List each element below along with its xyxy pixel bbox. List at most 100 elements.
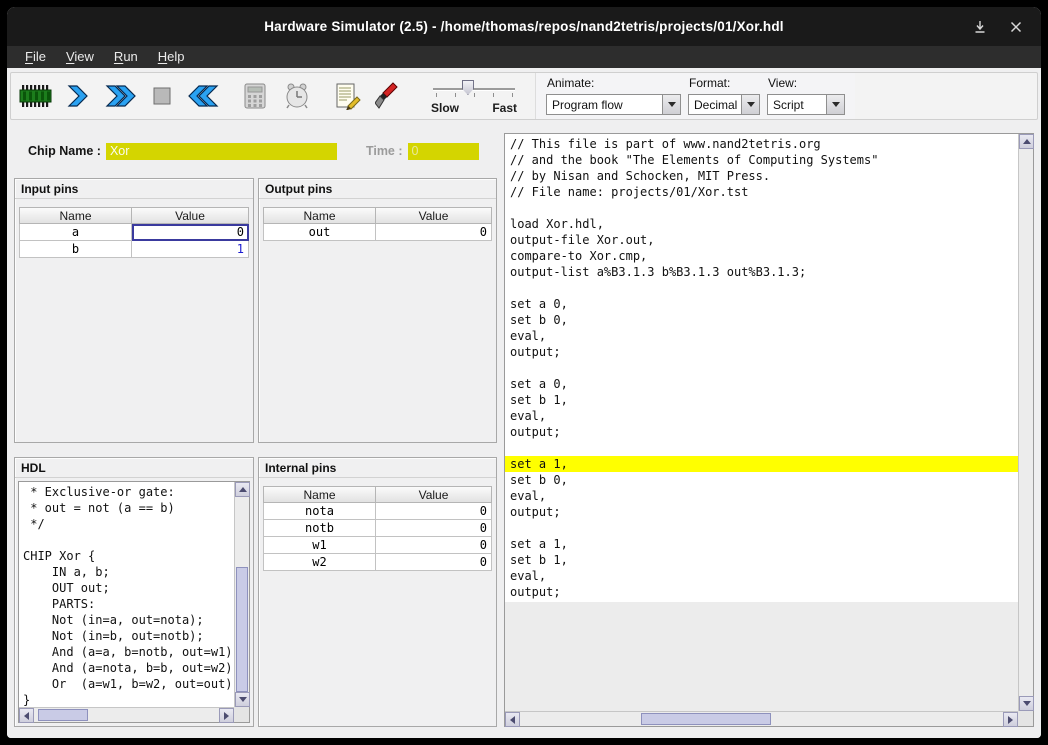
script-lines: // This file is part of www.nand2tetris.… <box>505 134 1018 602</box>
load-chip-button[interactable] <box>15 76 57 116</box>
format-value: Decimal <box>689 95 741 114</box>
calculator-button[interactable] <box>234 76 276 116</box>
speed-slider-group: Slow Fast <box>431 77 517 115</box>
run-button[interactable] <box>99 76 141 116</box>
hdl-line: * out = not (a == b) <box>23 500 234 516</box>
chip-name-field[interactable]: Xor <box>106 143 337 160</box>
scroll-left-button[interactable] <box>505 712 520 727</box>
pin-name: a <box>19 224 132 241</box>
script-line: // by Nisan and Schocken, MIT Press. <box>505 168 1018 184</box>
chip-icon <box>17 81 55 111</box>
chevron-down-icon[interactable] <box>741 95 759 114</box>
title-bar[interactable]: Hardware Simulator (2.5) - /home/thomas/… <box>7 7 1041 46</box>
pin-value[interactable]: 0 <box>376 520 492 537</box>
script-line: // and the book "The Elements of Computi… <box>505 152 1018 168</box>
script-panel[interactable]: // This file is part of www.nand2tetris.… <box>504 133 1034 727</box>
view-group: View: Script <box>767 76 845 115</box>
internal-pins-title: Internal pins <box>259 458 496 478</box>
script-button[interactable] <box>327 76 369 116</box>
clear-button[interactable] <box>369 76 411 116</box>
clock-button[interactable] <box>276 76 318 116</box>
download-arrow-icon <box>973 20 987 34</box>
pin-value[interactable]: 0 <box>132 224 249 241</box>
hdl-horizontal-scrollbar[interactable] <box>19 707 234 722</box>
pin-value[interactable]: 1 <box>132 241 249 258</box>
view-select[interactable]: Script <box>767 94 845 115</box>
hardware-simulator-window: Hardware Simulator (2.5) - /home/thomas/… <box>7 7 1041 738</box>
scrollbar-track[interactable] <box>235 497 249 692</box>
clock-icon <box>283 82 311 110</box>
script-line: // File name: projects/01/Xor.tst <box>505 184 1018 200</box>
output-pins-table: NameValueout0 <box>263 207 492 241</box>
scroll-down-button[interactable] <box>1019 696 1034 711</box>
script-view: // This file is part of www.nand2tetris.… <box>505 134 1018 711</box>
pin-value[interactable]: 0 <box>376 554 492 571</box>
speed-slider[interactable] <box>431 80 517 98</box>
script-line: output; <box>505 504 1018 520</box>
pin-name: b <box>19 241 132 258</box>
combo-panel: Animate: Program flow Format: Decimal Vi… <box>535 73 855 119</box>
script-line: set a 1, <box>505 536 1018 552</box>
menu-help[interactable]: Help <box>148 46 195 68</box>
calculator-icon <box>242 82 268 110</box>
hdl-line: IN a, b; <box>23 564 234 580</box>
scroll-left-button[interactable] <box>19 708 34 723</box>
script-line <box>505 280 1018 296</box>
column-header-name: Name <box>263 207 376 224</box>
scroll-right-button[interactable] <box>219 708 234 723</box>
hdl-line: And (a=nota, b=b, out=w2); <box>23 660 234 676</box>
column-header-value: Value <box>376 486 492 503</box>
scrollbar-track[interactable] <box>34 708 219 722</box>
pin-value[interactable]: 0 <box>376 503 492 520</box>
scrollbar-track[interactable] <box>1019 149 1033 696</box>
scrollbar-thumb[interactable] <box>641 713 771 725</box>
script-horizontal-scrollbar[interactable] <box>505 711 1018 726</box>
scroll-up-button[interactable] <box>1019 134 1034 149</box>
triangle-right-icon <box>1008 716 1013 724</box>
script-line: set b 1, <box>505 392 1018 408</box>
stop-button[interactable] <box>141 76 183 116</box>
scrollbar-thumb[interactable] <box>38 709 88 721</box>
scroll-right-button[interactable] <box>1003 712 1018 727</box>
input-pins-table: NameValuea0b1 <box>19 207 249 258</box>
menu-view[interactable]: View <box>56 46 104 68</box>
format-select[interactable]: Decimal <box>688 94 760 115</box>
hdl-line: OUT out; <box>23 580 234 596</box>
hdl-vertical-scrollbar[interactable] <box>234 482 249 707</box>
hdl-line: Not (in=b, out=notb); <box>23 628 234 644</box>
menu-run[interactable]: Run <box>104 46 148 68</box>
scrollbar-thumb[interactable] <box>236 567 248 692</box>
script-vertical-scrollbar[interactable] <box>1018 134 1033 711</box>
close-button[interactable] <box>1007 18 1025 36</box>
triangle-up-icon <box>239 487 247 492</box>
menu-file[interactable]: File <box>15 46 56 68</box>
slider-ticks <box>436 93 515 97</box>
scroll-up-button[interactable] <box>235 482 250 497</box>
script-line: set b 1, <box>505 552 1018 568</box>
input-pins-panel: Input pins NameValuea0b1 <box>14 178 254 443</box>
scrollbar-track[interactable] <box>520 712 1003 726</box>
pin-value[interactable]: 0 <box>376 224 492 241</box>
format-label: Format: <box>688 76 760 90</box>
time-field: 0 <box>408 143 479 160</box>
hdl-view[interactable]: * Exclusive-or gate: * out = not (a == b… <box>18 481 250 723</box>
stop-icon <box>149 83 175 109</box>
chip-header: Chip Name : Xor Time : 0 <box>14 137 497 165</box>
pin-row-a: a0 <box>19 224 249 241</box>
reset-button[interactable] <box>183 76 225 116</box>
hdl-line <box>23 532 234 548</box>
minimize-button[interactable] <box>971 18 989 36</box>
pin-value[interactable]: 0 <box>376 537 492 554</box>
chevron-down-icon[interactable] <box>826 95 844 114</box>
animate-label: Animate: <box>546 76 681 90</box>
chevron-down-icon[interactable] <box>662 95 680 114</box>
scroll-down-button[interactable] <box>235 692 250 707</box>
animate-select[interactable]: Program flow <box>546 94 681 115</box>
animate-value: Program flow <box>547 95 662 114</box>
column-header-name: Name <box>263 486 376 503</box>
triangle-down-icon <box>239 697 247 702</box>
pin-row-w2: w20 <box>263 554 492 571</box>
triangle-right-icon <box>224 712 229 720</box>
single-step-button[interactable] <box>57 76 99 116</box>
script-line <box>505 520 1018 536</box>
